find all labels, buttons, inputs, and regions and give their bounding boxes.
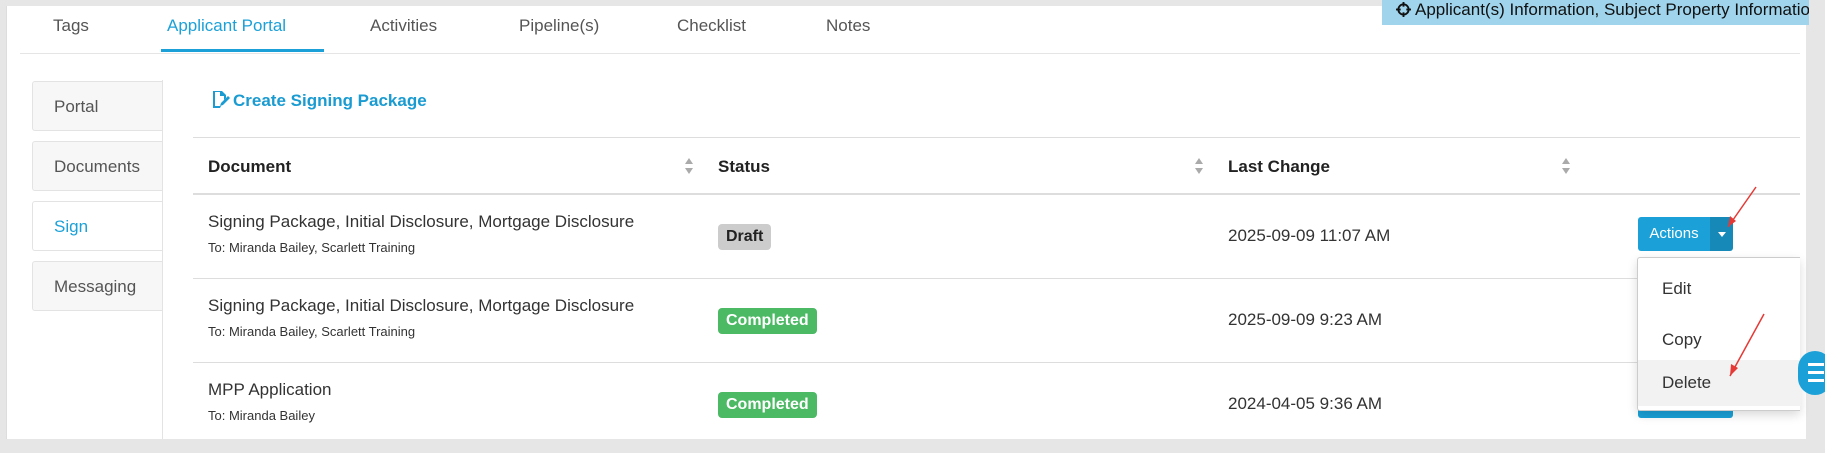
- actions-button-group: Actions: [1638, 217, 1733, 251]
- document-title: Signing Package, Initial Disclosure, Mor…: [208, 212, 635, 231]
- sidebar-item-messaging[interactable]: Messaging: [32, 261, 162, 311]
- status-badge: Completed: [718, 308, 817, 334]
- tab-applicant-portal[interactable]: Applicant Portal: [167, 16, 286, 36]
- tab-checklist[interactable]: Checklist: [677, 16, 746, 36]
- status-badge: Draft: [718, 224, 772, 250]
- sidebar-divider: [162, 80, 163, 439]
- last-change-date: 2025-09-09 9:23 AM: [1228, 310, 1383, 329]
- status-badge: Completed: [718, 392, 817, 418]
- menu-item-edit[interactable]: Edit: [1638, 266, 1801, 312]
- crosshair-icon: [1396, 2, 1411, 17]
- document-title: MPP Application: [208, 380, 332, 399]
- tab-activities[interactable]: Activities: [370, 16, 437, 36]
- column-header-status[interactable]: Status: [718, 157, 770, 177]
- create-signing-package-label: Create Signing Package: [233, 91, 427, 110]
- sort-icon[interactable]: [1561, 156, 1571, 176]
- document-recipients: To: Miranda Bailey, Scarlett Training: [208, 240, 416, 255]
- last-change-date: 2025-09-09 11:07 AM: [1228, 226, 1391, 245]
- applicant-info-banner[interactable]: Applicant(s) Information, Subject Proper…: [1382, 0, 1825, 25]
- sort-icon[interactable]: [1194, 156, 1204, 176]
- active-tab-underline: [161, 49, 324, 52]
- document-recipients: To: Miranda Bailey: [208, 408, 315, 423]
- document-title: Signing Package, Initial Disclosure, Mor…: [208, 296, 635, 315]
- table-header: Document Status Last Change: [193, 137, 1800, 195]
- tab-tags[interactable]: Tags: [53, 16, 89, 36]
- tab-pipelines[interactable]: Pipeline(s): [519, 16, 599, 36]
- column-header-document[interactable]: Document: [208, 157, 291, 177]
- sidebar-item-documents[interactable]: Documents: [32, 141, 162, 191]
- sidebar-item-sign[interactable]: Sign: [32, 201, 162, 251]
- document-recipients: To: Miranda Bailey, Scarlett Training: [208, 324, 416, 339]
- actions-dropdown-toggle[interactable]: [1710, 217, 1733, 251]
- table-row: Signing Package, Initial Disclosure, Mor…: [193, 279, 1800, 363]
- menu-item-copy[interactable]: Copy: [1638, 317, 1801, 363]
- floating-menu-button[interactable]: [1798, 351, 1825, 395]
- menu-item-delete[interactable]: Delete: [1638, 360, 1801, 406]
- sidebar-item-portal[interactable]: Portal: [32, 81, 162, 131]
- sort-icon[interactable]: [684, 156, 694, 176]
- actions-dropdown-menu: Edit Copy Delete: [1637, 257, 1801, 411]
- table-row: MPP Application To: Miranda Bailey Compl…: [193, 363, 1800, 453]
- create-signing-package-link[interactable]: Create Signing Package: [210, 89, 427, 111]
- actions-button[interactable]: Actions: [1638, 217, 1710, 251]
- tab-notes[interactable]: Notes: [826, 16, 870, 36]
- last-change-date: 2024-04-05 9:36 AM: [1228, 394, 1383, 413]
- banner-text: Applicant(s) Information, Subject Proper…: [1415, 0, 1820, 19]
- edit-document-icon: [213, 91, 230, 108]
- column-header-last-change[interactable]: Last Change: [1228, 157, 1330, 177]
- table-row: Signing Package, Initial Disclosure, Mor…: [193, 195, 1800, 279]
